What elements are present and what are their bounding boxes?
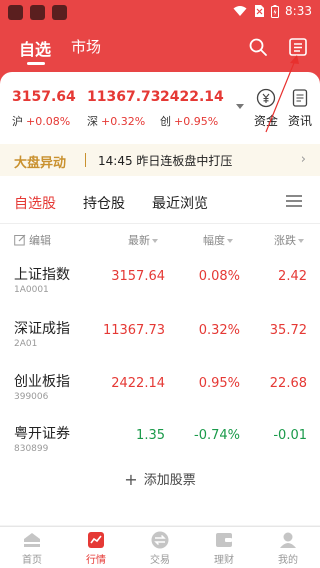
pct-column-label: 幅度 xyxy=(203,234,225,247)
stock-price: 3157.64 xyxy=(111,269,165,284)
index-name: 创 xyxy=(160,115,171,128)
sort-icon xyxy=(152,239,158,243)
table-row[interactable]: 深证成指 2A01 11367.73 0.32% 35.72 xyxy=(0,312,320,366)
exchange-icon xyxy=(151,531,169,549)
stock-code: 830899 xyxy=(14,444,49,454)
index-sz[interactable]: 11367.73 深 +0.32% xyxy=(87,89,161,128)
stock-price: 2422.14 xyxy=(111,376,165,391)
yuan-coin-icon xyxy=(256,88,276,108)
market-trend-icon xyxy=(88,532,104,548)
notification-icon xyxy=(30,5,45,20)
notification-icon xyxy=(52,5,67,20)
nav-profile-label: 我的 xyxy=(278,555,298,566)
nav-wealth-label: 理财 xyxy=(214,555,234,566)
stock-name: 上证指数 xyxy=(14,267,70,283)
sort-pct-header[interactable]: 幅度 xyxy=(203,232,233,248)
nav-wealth[interactable]: 理财 xyxy=(192,530,256,566)
nav-trade-label: 交易 xyxy=(150,555,170,566)
nav-trade[interactable]: 交易 xyxy=(128,530,192,566)
news-button[interactable]: 资讯 xyxy=(283,88,317,128)
tab-holdings[interactable]: 持仓股 xyxy=(83,193,125,213)
tab-indicator xyxy=(27,62,45,65)
nav-profile[interactable]: 我的 xyxy=(256,530,320,566)
nav-market[interactable]: 行情 xyxy=(64,530,128,566)
sort-price-header[interactable]: 最新 xyxy=(128,232,158,248)
wifi-icon xyxy=(233,6,247,16)
news-doc-icon xyxy=(292,89,308,107)
bottom-nav: 首页 行情 交易 理财 我的 xyxy=(0,526,320,568)
stock-name: 创业板指 xyxy=(14,374,70,390)
stock-change-pct: 0.95% xyxy=(198,376,240,391)
tab-watchlist[interactable]: 自选 xyxy=(19,36,51,60)
index-name: 沪 xyxy=(12,115,23,128)
change-column-label: 涨跌 xyxy=(274,234,296,247)
stock-price: 11367.73 xyxy=(102,323,165,338)
market-alert-news: 14:45 昨日连板盘中打压 xyxy=(98,154,233,168)
market-alert-bar[interactable]: 大盘异动 14:45 昨日连板盘中打压 › xyxy=(0,144,320,176)
edit-button[interactable]: 编辑 xyxy=(14,232,51,248)
status-time: 8:33 xyxy=(285,4,312,18)
stock-price: 1.35 xyxy=(136,428,165,443)
capital-flow-label: 资金 xyxy=(253,114,278,128)
stock-change: -0.01 xyxy=(273,428,307,443)
stock-name: 粤开证券 xyxy=(14,426,70,442)
home-icon xyxy=(24,533,40,547)
index-change-pct: +0.95% xyxy=(174,115,219,128)
stock-change: 2.42 xyxy=(278,269,307,284)
stock-list-card: 自选股 持仓股 最近浏览 编辑 最新 幅度 涨跌 上证指数 1A0001 315… xyxy=(0,180,320,525)
profile-icon xyxy=(280,532,296,548)
index-value: 3157.64 xyxy=(12,89,76,105)
chevron-right-icon: › xyxy=(300,152,306,167)
news-label: 资讯 xyxy=(287,114,312,128)
status-bar: 8:33 xyxy=(0,0,320,24)
divider xyxy=(0,223,320,224)
stock-code: 1A0001 xyxy=(14,285,49,295)
tab-recent[interactable]: 最近浏览 xyxy=(152,193,208,213)
stock-change-pct: 0.08% xyxy=(198,269,240,284)
battery-icon xyxy=(271,4,280,18)
stock-change-pct: -0.74% xyxy=(194,428,240,443)
plus-icon: + xyxy=(124,470,138,489)
sort-icon xyxy=(227,239,233,243)
stock-change: 22.68 xyxy=(269,376,307,391)
divider xyxy=(85,153,86,167)
add-stock-label: 添加股票 xyxy=(143,473,196,488)
nav-home-label: 首页 xyxy=(22,555,42,566)
capital-flow-button[interactable]: 资金 xyxy=(249,88,283,128)
edit-icon xyxy=(14,234,26,246)
stock-change: 35.72 xyxy=(269,323,307,338)
wallet-icon xyxy=(216,533,232,547)
sort-icon xyxy=(298,239,304,243)
search-icon[interactable] xyxy=(247,36,269,58)
index-change-pct: +0.32% xyxy=(101,115,146,128)
market-alert-tag: 大盘异动 xyxy=(14,156,67,171)
index-change-pct: +0.08% xyxy=(26,115,71,128)
notification-icon xyxy=(8,5,23,20)
add-stock-button[interactable]: + 添加股票 xyxy=(0,469,320,489)
price-column-label: 最新 xyxy=(128,234,150,247)
nav-market-label: 行情 xyxy=(86,555,106,566)
message-icon[interactable] xyxy=(287,36,309,58)
table-row[interactable]: 粤开证券 830899 1.35 -0.74% -0.01 xyxy=(0,417,320,471)
stock-change-pct: 0.32% xyxy=(198,323,240,338)
nav-home[interactable]: 首页 xyxy=(0,530,64,566)
index-value: 11367.73 xyxy=(87,89,161,105)
menu-icon[interactable] xyxy=(286,195,302,207)
index-value: 2422.14 xyxy=(160,89,224,105)
sort-change-header[interactable]: 涨跌 xyxy=(274,232,304,248)
index-name: 深 xyxy=(87,115,98,128)
index-cyb[interactable]: 2422.14 创 +0.95% xyxy=(160,89,224,128)
index-dropdown-icon[interactable] xyxy=(236,104,244,109)
tab-self-selected[interactable]: 自选股 xyxy=(14,193,56,213)
table-row[interactable]: 上证指数 1A0001 3157.64 0.08% 2.42 xyxy=(0,258,320,312)
stock-code: 399006 xyxy=(14,392,49,402)
top-nav: 自选 市场 xyxy=(0,30,320,65)
stock-name: 深证成指 xyxy=(14,321,70,337)
table-row[interactable]: 创业板指 399006 2422.14 0.95% 22.68 xyxy=(0,365,320,419)
tab-market[interactable]: 市场 xyxy=(71,36,101,57)
no-sim-icon xyxy=(255,5,265,17)
edit-label: 编辑 xyxy=(29,234,51,247)
stock-code: 2A01 xyxy=(14,339,38,349)
index-sh[interactable]: 3157.64 沪 +0.08% xyxy=(12,89,76,128)
